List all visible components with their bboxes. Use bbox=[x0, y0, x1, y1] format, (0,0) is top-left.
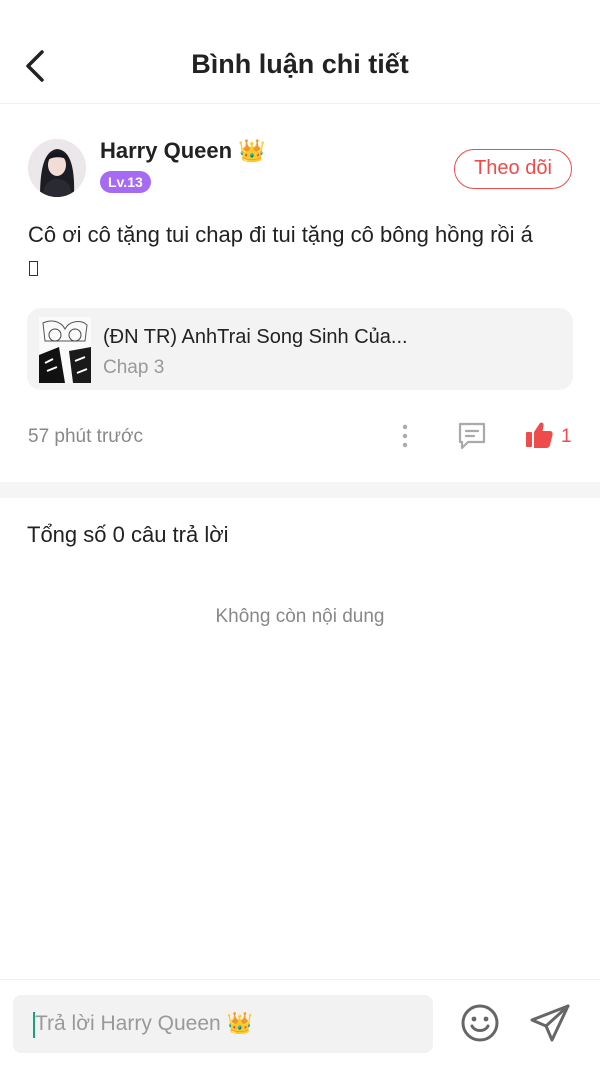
empty-state: Không còn nội dung bbox=[215, 606, 385, 627]
manga-title: (ĐN TR) AnhTrai Song Sinh Của... bbox=[103, 326, 408, 348]
comment-meta: 57 phút trước 1 bbox=[28, 418, 574, 454]
section-divider bbox=[0, 482, 600, 498]
comment-body: Cô ơi cô tặng tui chap đi tui tặng cô bô… bbox=[28, 222, 533, 247]
reply-input[interactable] bbox=[35, 995, 425, 1053]
top-bar: Bình luận chi tiết bbox=[0, 0, 600, 104]
like-button[interactable]: 1 bbox=[524, 420, 574, 452]
level-badge: Lv.13 bbox=[100, 171, 151, 193]
username-row: Harry Queen 👑 bbox=[100, 137, 265, 165]
page-title: Bình luận chi tiết bbox=[191, 49, 409, 79]
thumbs-up-icon bbox=[526, 422, 553, 448]
comment-text: Cô ơi cô tặng tui chap đi tui tặng cô bô… bbox=[28, 218, 574, 284]
manga-chapter: Chap 3 bbox=[103, 357, 165, 378]
username[interactable]: Harry Queen bbox=[100, 138, 232, 164]
send-icon bbox=[530, 1004, 570, 1042]
manga-card[interactable]: (ĐN TR) AnhTrai Song Sinh Của... Chap 3 bbox=[27, 308, 573, 390]
crown-icon: 👑 bbox=[238, 138, 266, 163]
more-options-button[interactable] bbox=[395, 422, 415, 450]
follow-button[interactable]: Theo dõi bbox=[454, 149, 572, 189]
emoji-button[interactable] bbox=[459, 1002, 501, 1044]
timestamp: 57 phút trước bbox=[28, 426, 143, 447]
reply-input-container[interactable] bbox=[13, 995, 433, 1053]
avatar-image bbox=[28, 139, 86, 197]
avatar[interactable] bbox=[28, 139, 86, 197]
manga-cover bbox=[39, 317, 91, 383]
smiley-icon bbox=[461, 1004, 499, 1042]
comment-author: Harry Queen 👑 Lv.13 Theo dõi bbox=[28, 137, 572, 201]
more-vertical-icon bbox=[402, 424, 408, 448]
comment-icon bbox=[458, 422, 486, 450]
replies-count: Tổng số 0 câu trả lời bbox=[27, 522, 229, 547]
send-button[interactable] bbox=[528, 1002, 572, 1044]
reply-bar bbox=[0, 979, 600, 1067]
reply-button[interactable] bbox=[456, 420, 488, 452]
missing-glyph bbox=[29, 261, 38, 276]
like-count: 1 bbox=[561, 426, 572, 447]
